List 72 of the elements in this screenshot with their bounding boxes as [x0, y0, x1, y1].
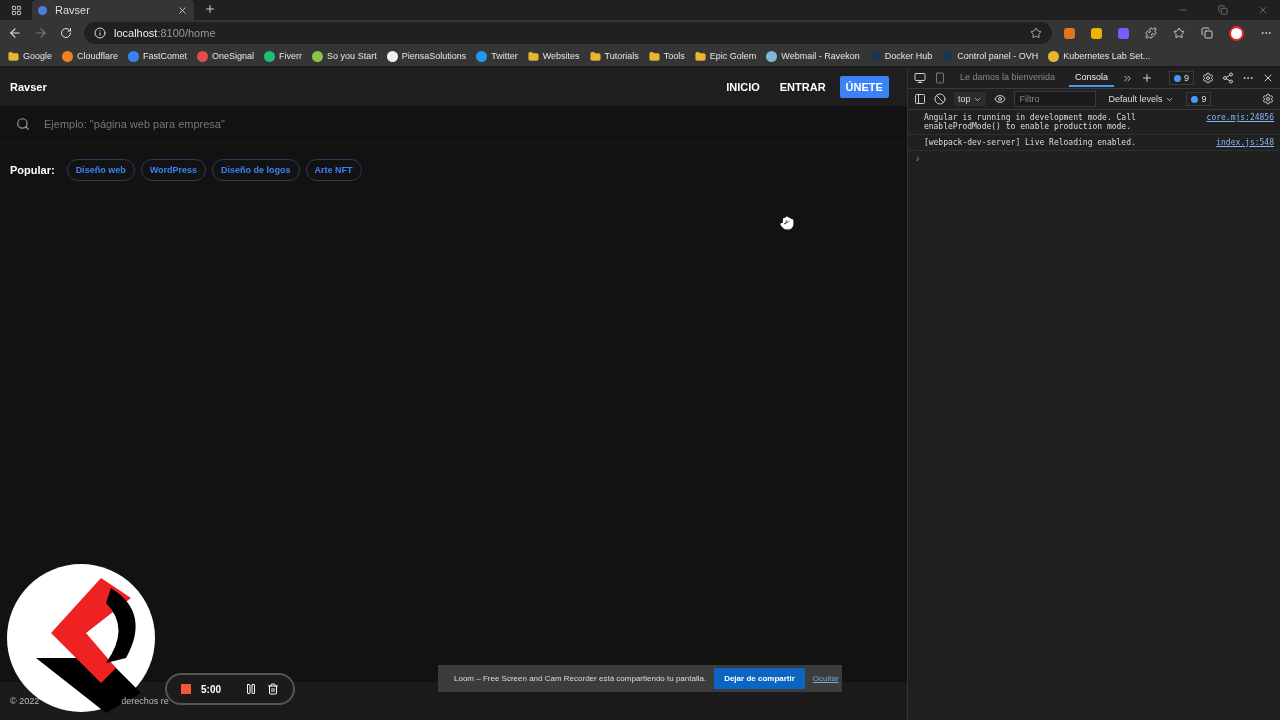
pause-icon[interactable]: [245, 683, 257, 695]
sharing-message: Loom – Free Screen and Cam Recorder está compartiendo tu pantalla.: [454, 674, 707, 683]
devtools-tab[interactable]: Consola: [1068, 69, 1114, 87]
favorite-icon[interactable]: [1030, 27, 1042, 39]
inspect-icon[interactable]: [913, 72, 926, 84]
bookmark[interactable]: Google: [8, 50, 53, 62]
copyright-text: derechos re: [121, 696, 169, 706]
sidebar-icon[interactable]: [913, 93, 926, 105]
bookmark[interactable]: Fiverr: [264, 50, 303, 62]
nav-button[interactable]: ÚNETE: [839, 76, 889, 98]
bookmark[interactable]: Tutorials: [589, 50, 639, 62]
settings-icon[interactable]: [1262, 93, 1274, 105]
recording-time: 5:00: [201, 683, 221, 695]
bookmark[interactable]: Control panel - OVH: [942, 50, 1039, 62]
hide-link[interactable]: Ocultar: [812, 674, 839, 683]
extension-icon[interactable]: [1064, 27, 1075, 39]
browser-tab[interactable]: Ravser: [32, 0, 194, 20]
bookmark[interactable]: Webmail - Ravekon: [766, 50, 860, 62]
site-icon: [38, 5, 47, 15]
source-link[interactable]: core.mjs:24856: [1206, 113, 1274, 131]
profile-avatar[interactable]: [1229, 25, 1244, 41]
popular-label: Popular:: [10, 164, 55, 176]
bookmark[interactable]: Cloudflare: [62, 50, 119, 62]
new-tab-icon[interactable]: [204, 3, 216, 15]
tab-actions-icon[interactable]: [10, 4, 22, 16]
extension-icon[interactable]: [1118, 27, 1129, 39]
stop-sharing-button[interactable]: Dejar de compartir: [714, 668, 805, 689]
devtools-tab[interactable]: Le damos la bienvenida: [953, 69, 1061, 87]
context-select[interactable]: top: [953, 92, 987, 106]
extension-icon[interactable]: [1091, 27, 1102, 39]
bookmark[interactable]: So you Start: [312, 50, 377, 62]
collections-icon[interactable]: [1201, 27, 1213, 39]
connect-icon[interactable]: [1222, 72, 1234, 84]
brand-name: Ravser: [10, 81, 48, 93]
copyright-text: © 2022: [10, 696, 40, 706]
close-icon[interactable]: [1262, 72, 1274, 84]
source-link[interactable]: index.js:548: [1216, 138, 1274, 147]
trash-icon[interactable]: [267, 683, 279, 695]
bookmark[interactable]: Epic Golem: [694, 50, 757, 62]
bookmark[interactable]: Kubernetes Lab Set...: [1048, 50, 1151, 62]
eye-icon[interactable]: [994, 93, 1007, 105]
bookmark[interactable]: Websites: [527, 50, 580, 62]
close-icon[interactable]: [177, 4, 188, 16]
bookmark[interactable]: Tools: [648, 50, 685, 62]
levels-select[interactable]: Default levels: [1104, 92, 1179, 106]
extensions-icon[interactable]: [1145, 27, 1157, 39]
issues-badge[interactable]: 9: [1169, 71, 1194, 85]
search-icon: [16, 117, 30, 131]
message-count-badge[interactable]: 9: [1186, 92, 1212, 106]
forward-icon[interactable]: [34, 26, 48, 40]
bookmark[interactable]: Docker Hub: [869, 50, 933, 62]
nav-button[interactable]: ENTRAR: [773, 76, 832, 98]
search-field[interactable]: Ejemplo: "página web para empresa": [42, 117, 891, 131]
bookmark[interactable]: Twitter: [476, 50, 518, 62]
console-prompt[interactable]: ›: [907, 151, 1280, 166]
nav-button[interactable]: INICIO: [720, 76, 766, 98]
bookmark[interactable]: OneSignal: [197, 50, 255, 62]
console-message: [webpack-dev-server] Live Reloading enabled.: [923, 138, 1137, 147]
favorites-icon[interactable]: [1173, 27, 1185, 39]
bookmark[interactable]: PiensaSolutions: [386, 50, 467, 62]
add-tab-icon[interactable]: [1141, 72, 1153, 84]
device-icon[interactable]: [933, 72, 946, 84]
info-icon: [94, 27, 106, 39]
reload-icon[interactable]: [60, 27, 72, 39]
console-message: Angular is running in development mode. Call enableProdMode() to enable production mode.: [923, 113, 1137, 131]
address-field[interactable]: localhost:8100/home: [84, 22, 1052, 44]
settings-icon[interactable]: [1202, 72, 1214, 84]
bookmark[interactable]: FastComet: [128, 50, 188, 62]
back-icon[interactable]: [8, 26, 22, 40]
clear-icon[interactable]: [933, 93, 946, 105]
filter-field[interactable]: Filtro: [1014, 91, 1097, 107]
restore-icon[interactable]: [1218, 5, 1228, 15]
